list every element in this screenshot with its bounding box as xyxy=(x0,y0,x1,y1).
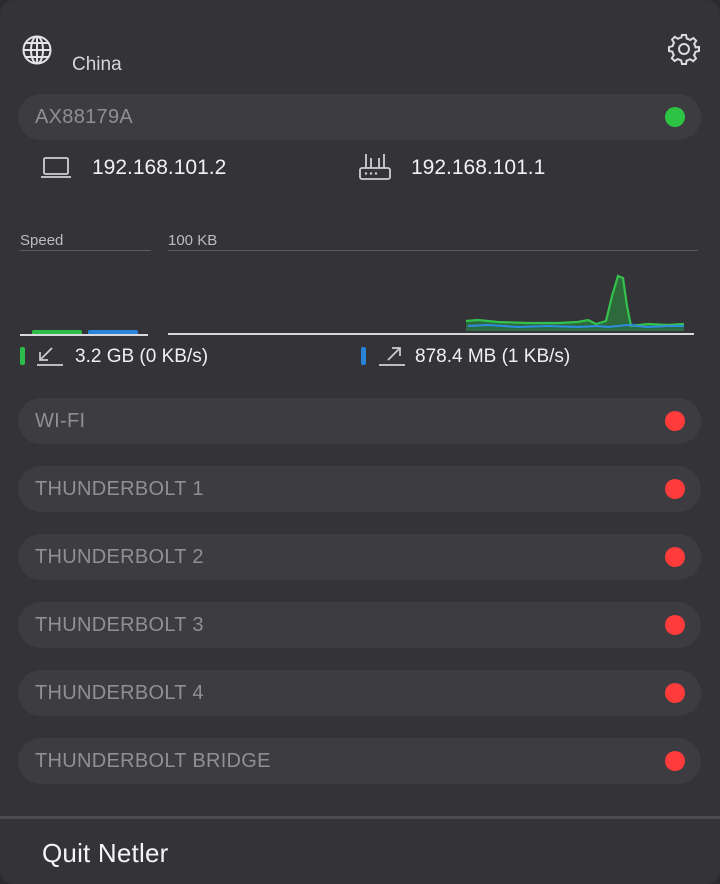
interface-name: THUNDERBOLT 3 xyxy=(35,614,204,636)
interface-name: WI-FI xyxy=(35,410,86,432)
interface-row-wifi[interactable]: WI-FI xyxy=(18,398,701,444)
interface-name: THUNDERBOLT 2 xyxy=(35,546,204,568)
status-dot-disconnected xyxy=(665,751,685,771)
footer-divider xyxy=(0,816,720,819)
local-ip-address[interactable]: 192.168.101.2 xyxy=(92,156,226,180)
interface-row-thunderbolt-4[interactable]: THUNDERBOLT 4 xyxy=(18,670,701,716)
interface-row-thunderbolt-2[interactable]: THUNDERBOLT 2 xyxy=(18,534,701,580)
status-dot-disconnected xyxy=(665,683,685,703)
gear-icon[interactable] xyxy=(667,32,701,66)
download-line xyxy=(465,274,685,328)
interface-name: AX88179A xyxy=(35,106,134,128)
interface-row-thunderbolt-1[interactable]: THUNDERBOLT 1 xyxy=(18,466,701,512)
download-color-mark xyxy=(20,347,25,365)
globe-icon[interactable] xyxy=(21,34,53,66)
router-icon xyxy=(359,154,391,180)
status-dot-disconnected xyxy=(665,547,685,567)
interface-name: THUNDERBOLT 1 xyxy=(35,478,204,500)
upload-total: 878.4 MB (1 KB/s) xyxy=(415,346,571,367)
router-ip-address[interactable]: 192.168.101.1 xyxy=(411,156,545,180)
graph-scale-label: 100 KB xyxy=(168,232,218,249)
speed-rule xyxy=(20,250,151,251)
download-total: 3.2 GB (0 KB/s) xyxy=(75,346,209,367)
netler-menu-panel: China AX88179A 192.168.101.2 192.168.101… xyxy=(0,0,720,884)
laptop-icon xyxy=(41,157,71,178)
interface-row-ax88179a[interactable]: AX88179A xyxy=(18,94,701,140)
speed-baseline xyxy=(20,334,148,336)
status-dot-disconnected xyxy=(665,411,685,431)
status-dot-disconnected xyxy=(665,615,685,635)
interface-name: THUNDERBOLT BRIDGE xyxy=(35,750,271,772)
traffic-history-graph xyxy=(168,274,694,335)
interface-name: THUNDERBOLT 4 xyxy=(35,682,204,704)
status-dot-disconnected xyxy=(665,479,685,499)
status-dot-connected xyxy=(665,107,685,127)
speed-label: Speed xyxy=(20,232,64,249)
quit-button[interactable]: Quit Netler xyxy=(42,838,168,869)
upload-color-mark xyxy=(361,347,366,365)
arrow-up-right-icon xyxy=(379,347,405,366)
region-label: China xyxy=(72,54,122,75)
arrow-down-left-icon xyxy=(37,347,63,366)
interface-row-thunderbolt-bridge[interactable]: THUNDERBOLT BRIDGE xyxy=(18,738,701,784)
interface-row-thunderbolt-3[interactable]: THUNDERBOLT 3 xyxy=(18,602,701,648)
